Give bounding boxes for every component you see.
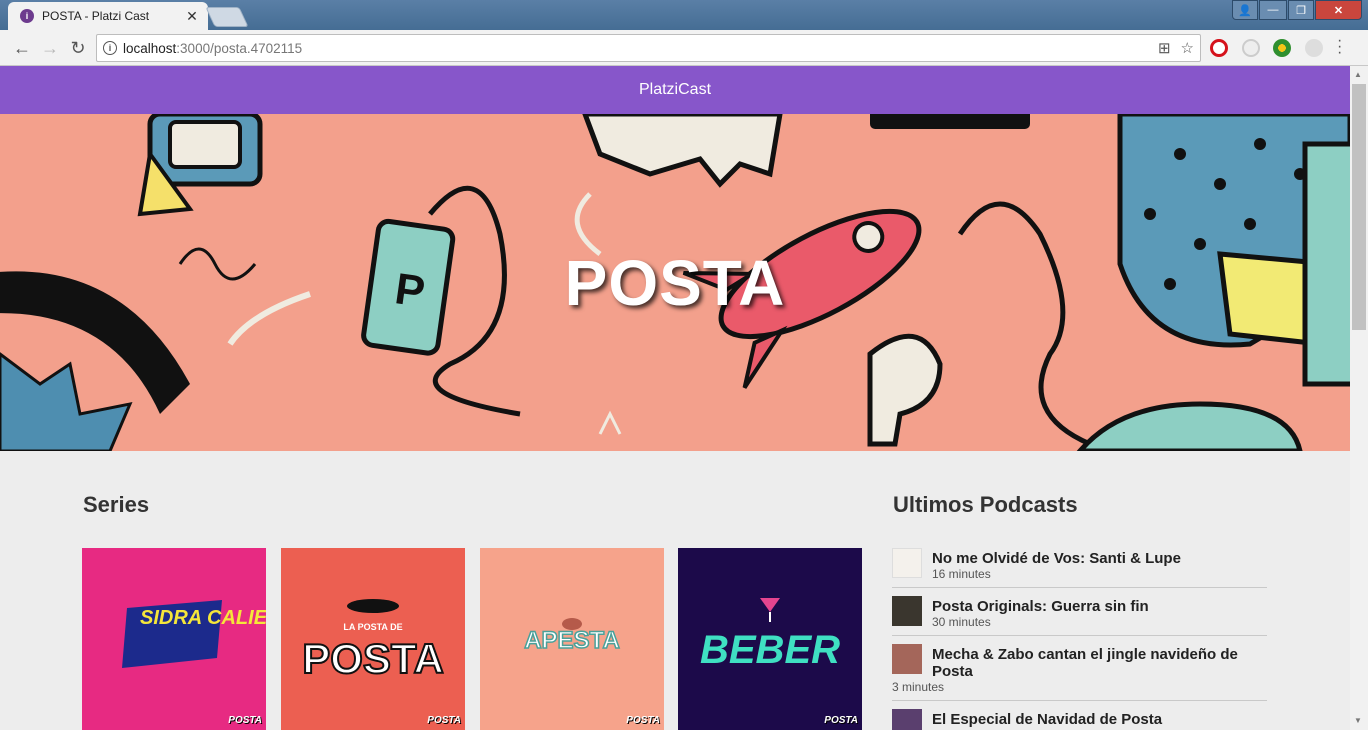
podcast-title[interactable]: No me Olvidé de Vos: Santi & Lupe [932, 548, 1267, 567]
podcast-duration: 30 minutes [932, 615, 991, 629]
url-host: localhost [123, 40, 177, 56]
series-card-name: APESTA [524, 627, 620, 654]
podcast-list: No me Olvidé de Vos: Santi & Lupe 16 min… [892, 546, 1267, 730]
podcast-thumbnail [892, 596, 922, 626]
podcast-title[interactable]: Posta Originals: Guerra sin fin [932, 596, 1267, 615]
series-card[interactable]: BEBER POSTA [678, 548, 862, 730]
series-card-art: SIDRA CALIENTE [82, 548, 266, 730]
series-card-art: LA POSTA DE POSTA [281, 548, 465, 730]
podcast-thumbnail [892, 548, 922, 578]
list-item[interactable]: No me Olvidé de Vos: Santi & Lupe 16 min… [892, 546, 1267, 588]
scrollbar-thumb[interactable] [1352, 84, 1366, 330]
bookmark-star-icon[interactable]: ☆ [1181, 39, 1194, 57]
url-path: :3000/posta.4702115 [176, 40, 303, 56]
browser-menu-icon[interactable]: · · · [1337, 33, 1342, 61]
list-item[interactable]: Posta Originals: Guerra sin fin 30 minut… [892, 594, 1267, 636]
new-tab-button[interactable] [205, 7, 249, 27]
tab-title: POSTA - Platzi Cast [42, 9, 150, 23]
reload-button[interactable]: ↻ [66, 36, 90, 60]
posta-logo-badge: POSTA [626, 715, 660, 726]
podcast-duration: 16 minutes [932, 567, 991, 581]
scroll-down-icon[interactable]: ▼ [1354, 716, 1362, 725]
series-card-name: POSTA [302, 635, 444, 682]
forward-button[interactable]: → [38, 36, 62, 60]
hero-title: POSTA [564, 246, 786, 319]
browser-toolbar: ← → ↻ i localhost:3000/posta.4702115 ⊞ ☆… [0, 30, 1368, 66]
podcast-thumbnail [892, 709, 922, 730]
favicon-icon: i [20, 9, 34, 23]
podcasts-heading: Ultimos Podcasts [893, 492, 1078, 517]
posta-logo-badge: POSTA [824, 715, 858, 726]
series-card[interactable]: APESTA POSTA [480, 548, 664, 730]
series-card-name: BEBER [700, 628, 840, 672]
posta-logo-badge: POSTA [228, 715, 262, 726]
window-titlebar: i POSTA - Platzi Cast ✕ 👤 — ❐ ✕ [0, 0, 1368, 30]
browser-tab-active[interactable]: i POSTA - Platzi Cast ✕ [8, 2, 208, 30]
back-button[interactable]: ← [10, 36, 34, 60]
tab-close-icon[interactable]: ✕ [184, 8, 200, 25]
hero-banner: P POSTA [0, 114, 1350, 451]
opera-extension-icon[interactable] [1210, 39, 1228, 57]
series-card[interactable]: LA POSTA DE POSTA POSTA [281, 548, 465, 730]
series-card-subtitle: LA POSTA DE [343, 622, 402, 632]
series-heading: Series [83, 492, 150, 517]
maximize-button[interactable]: ❐ [1288, 0, 1314, 20]
podcast-duration: 3 minutes [892, 680, 945, 694]
translate-icon[interactable]: ⊞ [1158, 39, 1171, 57]
extension-icon[interactable] [1273, 39, 1291, 57]
close-window-button[interactable]: ✕ [1315, 0, 1362, 20]
extension-icon[interactable] [1305, 39, 1323, 57]
address-bar[interactable]: i localhost:3000/posta.4702115 ⊞ ☆ [96, 34, 1201, 62]
series-card[interactable]: SIDRA CALIENTE POSTA [82, 548, 266, 730]
series-card-art: APESTA [480, 548, 664, 730]
app-title[interactable]: PlatziCast [639, 81, 711, 99]
minimize-button[interactable]: — [1259, 0, 1287, 20]
series-card-art: BEBER [678, 548, 862, 730]
site-info-icon[interactable]: i [103, 41, 117, 55]
list-item[interactable]: Mecha & Zabo cantan el jingle navideño d… [892, 642, 1267, 701]
podcast-thumbnail [892, 644, 922, 674]
app-header: PlatziCast [0, 66, 1350, 114]
podcast-title[interactable]: El Especial de Navidad de Posta [932, 709, 1267, 728]
posta-logo-badge: POSTA [427, 715, 461, 726]
scroll-up-icon[interactable]: ▲ [1354, 70, 1362, 79]
user-profile-button[interactable]: 👤 [1232, 0, 1258, 20]
series-card-name: SIDRA CALIENTE [140, 607, 266, 629]
extension-icon[interactable] [1242, 39, 1260, 57]
list-item[interactable]: El Especial de Navidad de Posta [892, 707, 1267, 730]
podcast-title[interactable]: Mecha & Zabo cantan el jingle navideño d… [932, 644, 1267, 680]
